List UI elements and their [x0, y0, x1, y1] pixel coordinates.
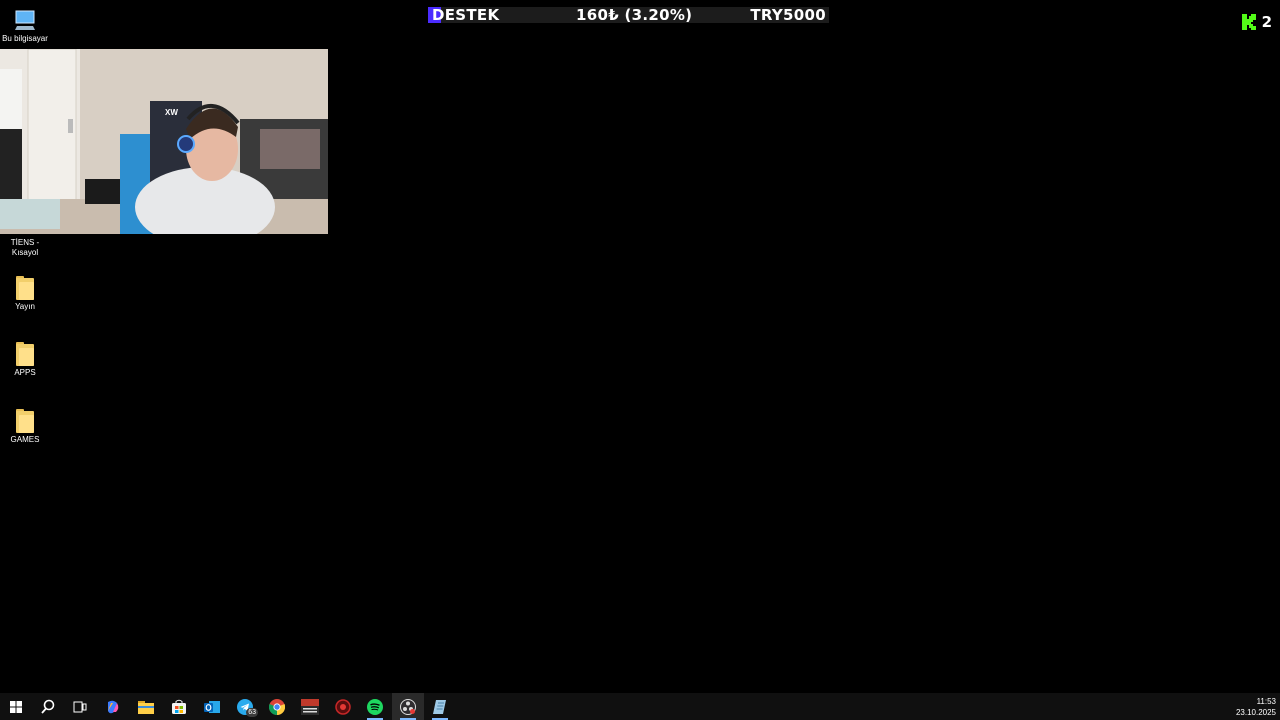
search-button[interactable]: [32, 693, 64, 720]
folder-icon: [16, 409, 34, 433]
telegram-unread-badge: 63: [246, 708, 258, 717]
chrome-button[interactable]: [261, 693, 293, 720]
telegram-button[interactable]: 63: [229, 693, 261, 720]
windows-start-icon: [10, 700, 22, 713]
notepad-button[interactable]: [424, 693, 456, 720]
desktop-icon-label: GAMES: [10, 435, 40, 444]
desktop-icon-label: Bu bilgisayar: [2, 34, 48, 43]
task-view-icon: [73, 701, 87, 712]
donation-label: DESTEK: [432, 6, 500, 24]
svg-text:XW: XW: [165, 108, 178, 117]
webcam-scene: XW: [0, 49, 328, 234]
donation-amount: 160₺ (3.20%): [576, 6, 693, 24]
folder-icon: [16, 342, 34, 366]
clock-time: 11:53: [1256, 697, 1276, 706]
search-icon: [41, 699, 55, 714]
system-clock[interactable]: 11:53 23.10.2025: [1236, 696, 1276, 718]
donation-goal: TRY5000: [750, 6, 826, 24]
start-button[interactable]: [0, 693, 32, 720]
spotify-icon: [367, 698, 383, 715]
desktop-icon-apps-folder[interactable]: APPS: [0, 342, 50, 378]
desktop-icon-tiens-shortcut[interactable]: TİENS - Kısayol: [0, 238, 50, 258]
donation-goal-bar: DESTEK 160₺ (3.20%) TRY5000: [428, 6, 829, 24]
desktop-icon-this-pc[interactable]: Bu bilgisayar: [0, 8, 50, 44]
chrome-icon: [269, 698, 285, 715]
voicemeeter-button[interactable]: [294, 693, 326, 720]
obs-button[interactable]: [392, 693, 424, 720]
kick-logo-icon: [1241, 14, 1256, 30]
game-launcher-button[interactable]: [327, 693, 359, 720]
desktop-icon-label: Yayın: [15, 302, 35, 311]
microsoft-store-button[interactable]: [163, 693, 195, 720]
file-explorer-button[interactable]: [130, 693, 162, 720]
outlook-button[interactable]: [196, 693, 228, 720]
copilot-button[interactable]: [97, 693, 129, 720]
file-explorer-icon: [138, 700, 154, 714]
computer-icon: [15, 10, 35, 30]
voicemeeter-icon: [301, 698, 319, 715]
task-view-button[interactable]: [64, 693, 96, 720]
viewer-count: 2: [1261, 13, 1272, 31]
folder-icon: [16, 276, 34, 300]
copilot-icon: [108, 700, 119, 713]
taskbar: 63 11:53 23.10.2025: [0, 693, 1280, 720]
desktop-icon-label: APPS: [14, 368, 36, 377]
webcam-overlay: XW: [0, 49, 328, 234]
microsoft-store-icon: [172, 699, 186, 714]
obs-icon: [400, 698, 416, 715]
game-launcher-icon: [335, 698, 351, 715]
desktop-icon-yayin-folder[interactable]: Yayın: [0, 276, 50, 312]
notepad-icon: [433, 699, 446, 714]
spotify-button[interactable]: [359, 693, 391, 720]
desktop-icon-label: TİENS - Kısayol: [10, 238, 40, 257]
clock-date: 23.10.2025: [1235, 708, 1276, 717]
desktop-icon-games-folder[interactable]: GAMES: [0, 409, 50, 445]
outlook-icon: [204, 700, 220, 713]
kick-viewer-badge: 2: [1241, 13, 1272, 31]
